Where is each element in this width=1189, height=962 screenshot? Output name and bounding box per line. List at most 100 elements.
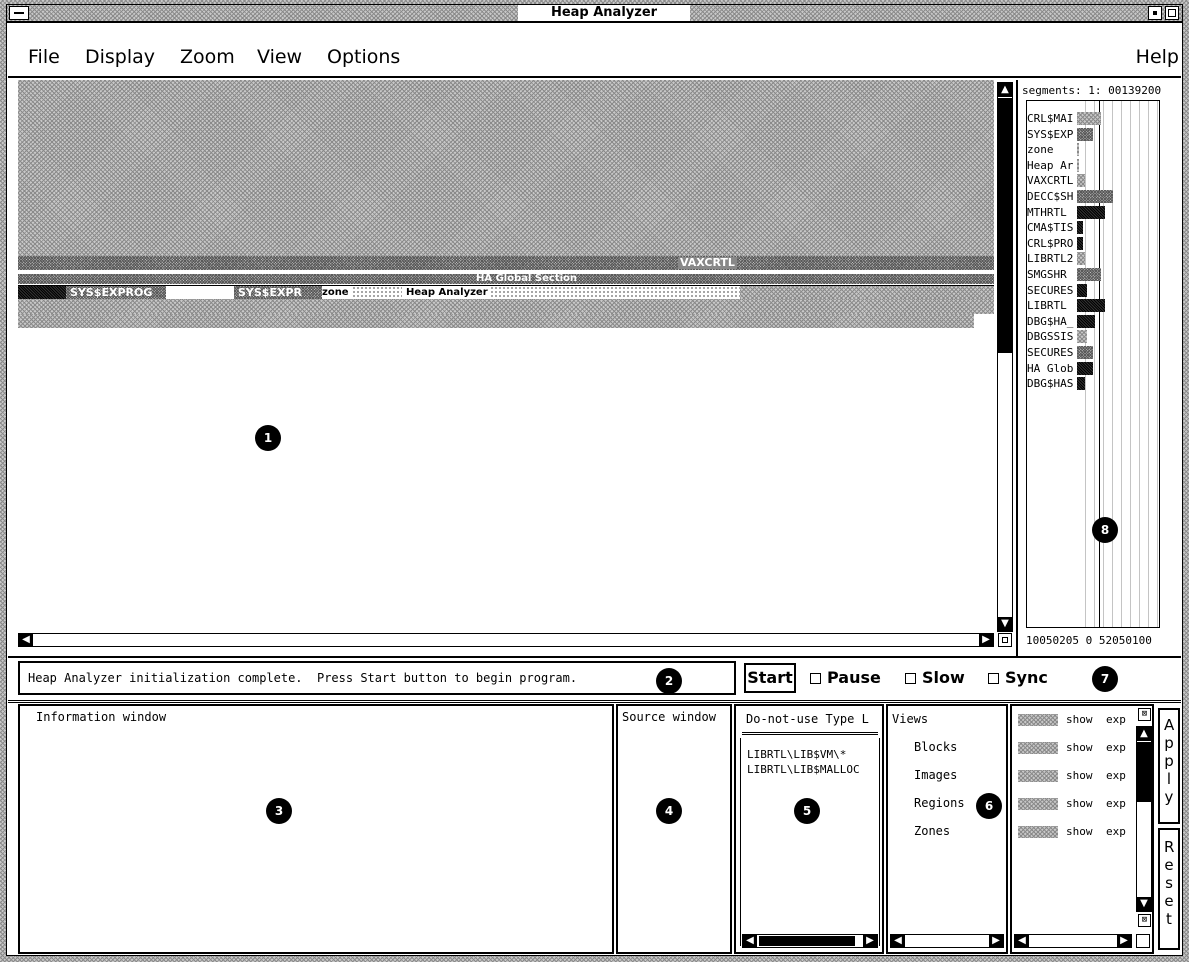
histogram-row[interactable]: DBG$HA_ bbox=[1027, 313, 1161, 330]
scroll-up-arrow-icon[interactable]: ▲ bbox=[998, 83, 1012, 97]
list-item[interactable]: LIBRTL\LIB$MALLOC bbox=[747, 763, 860, 776]
histogram-row[interactable]: SECURES bbox=[1027, 282, 1161, 299]
scroll-right-arrow-icon[interactable]: ▶ bbox=[863, 934, 877, 948]
histogram-row[interactable]: HA Glob bbox=[1027, 360, 1161, 377]
scroll-thumb[interactable] bbox=[759, 936, 855, 946]
message-box: Heap Analyzer initialization complete. P… bbox=[18, 661, 736, 695]
scroll-thumb[interactable] bbox=[998, 98, 1012, 353]
scroll-down-arrow-icon[interactable]: ▼ bbox=[998, 617, 1012, 631]
histogram-row[interactable]: SMGSHR bbox=[1027, 266, 1161, 283]
type-vscroll[interactable]: ▲ ▼ bbox=[1136, 726, 1152, 912]
scroll-up-arrow-icon[interactable]: ▲ bbox=[1137, 727, 1151, 741]
type-pane[interactable]: show exp show exp show exp show exp show exp ⊠ ▲ … bbox=[1010, 704, 1154, 954]
slow-checkbox[interactable]: Slow bbox=[905, 668, 965, 687]
scroll-left-arrow-icon[interactable]: ◀ bbox=[19, 633, 33, 647]
memory-map-hscroll[interactable]: ◀ ▶ bbox=[18, 633, 994, 647]
window-menu-button[interactable] bbox=[9, 6, 29, 20]
scroll-left-arrow-icon[interactable]: ◀ bbox=[891, 934, 905, 948]
pause-checkbox[interactable]: Pause bbox=[810, 668, 881, 687]
start-button[interactable]: Start bbox=[744, 663, 796, 693]
histogram-row[interactable]: Heap Ar bbox=[1027, 157, 1161, 174]
type-row[interactable]: show exp bbox=[1016, 822, 1134, 850]
minimize-button[interactable] bbox=[1148, 6, 1162, 20]
type-expand-toggle[interactable]: exp bbox=[1106, 769, 1126, 782]
histogram-row-label: CRL$PRO bbox=[1027, 235, 1077, 252]
type-row[interactable]: show exp bbox=[1016, 738, 1134, 766]
menu-zoom[interactable]: Zoom bbox=[180, 46, 235, 68]
type-show-toggle[interactable]: show bbox=[1066, 797, 1093, 810]
maximize-button[interactable] bbox=[1165, 6, 1179, 20]
scroll-thumb[interactable] bbox=[1035, 936, 1105, 946]
scroll-thumb[interactable] bbox=[1137, 742, 1151, 802]
corner-box-icon[interactable] bbox=[998, 633, 1012, 647]
histogram-row[interactable]: DECC$SH bbox=[1027, 188, 1161, 205]
histogram-row[interactable]: DBG$HAS bbox=[1027, 376, 1161, 392]
title-bar[interactable]: Heap Analyzer bbox=[6, 4, 1183, 22]
type-expand-toggle[interactable]: exp bbox=[1106, 797, 1126, 810]
histogram-row[interactable]: MTHRTL bbox=[1027, 204, 1161, 221]
do-not-use-list[interactable]: LIBRTL\LIB$VM\* LIBRTL\LIB$MALLOC bbox=[740, 738, 880, 946]
menu-display[interactable]: Display bbox=[85, 46, 155, 68]
histogram-row[interactable]: DBGSSIS bbox=[1027, 329, 1161, 345]
type-show-toggle[interactable]: show bbox=[1066, 825, 1093, 838]
memory-map-vscroll[interactable]: ▲ ▼ bbox=[997, 82, 1013, 632]
histogram-row[interactable]: CRL$MAI bbox=[1027, 111, 1161, 127]
source-window-title: Source window bbox=[622, 710, 716, 724]
type-swatch[interactable] bbox=[1018, 742, 1058, 754]
list-item[interactable]: LIBRTL\LIB$VM\* bbox=[747, 748, 846, 761]
reset-button[interactable]: Reset bbox=[1158, 828, 1180, 950]
type-swatch[interactable] bbox=[1018, 714, 1058, 726]
histogram-row[interactable]: VAXCRTL bbox=[1027, 173, 1161, 189]
type-expand-toggle[interactable]: exp bbox=[1106, 825, 1126, 838]
scroll-down-arrow-icon[interactable]: ▼ bbox=[1137, 897, 1151, 911]
menu-help[interactable]: Help bbox=[1136, 46, 1179, 68]
views-item-images[interactable]: Images bbox=[914, 768, 957, 782]
menu-options[interactable]: Options bbox=[327, 46, 400, 68]
memory-band-bottom2 bbox=[18, 314, 974, 328]
type-show-toggle[interactable]: show bbox=[1066, 741, 1093, 754]
apply-button[interactable]: Apply bbox=[1158, 708, 1180, 824]
scroll-right-arrow-icon[interactable]: ▶ bbox=[1117, 934, 1131, 948]
do-not-use-pane[interactable]: Do-not-use Type L LIBRTL\LIB$VM\* LIBRTL… bbox=[734, 704, 884, 954]
memory-map-pane[interactable]: VAXCRTL HA Global Section SYS$EXPROG SYS… bbox=[18, 80, 994, 632]
scroll-right-arrow-icon[interactable]: ▶ bbox=[989, 934, 1003, 948]
type-row[interactable]: show exp bbox=[1016, 766, 1134, 794]
type-expand-toggle[interactable]: exp bbox=[1106, 713, 1126, 726]
sync-checkbox-box[interactable] bbox=[988, 673, 999, 684]
type-row[interactable]: show exp bbox=[1016, 710, 1134, 738]
histogram-row[interactable]: SYS$EXP bbox=[1027, 126, 1161, 143]
menu-view[interactable]: View bbox=[257, 46, 302, 68]
type-swatch[interactable] bbox=[1018, 826, 1058, 838]
do-not-use-hscroll[interactable]: ◀ ▶ bbox=[742, 934, 878, 948]
source-window[interactable]: Source window bbox=[616, 704, 732, 954]
slow-checkbox-box[interactable] bbox=[905, 673, 916, 684]
views-hscroll[interactable]: ◀ ▶ bbox=[890, 934, 1004, 948]
views-item-zones[interactable]: Zones bbox=[914, 824, 950, 838]
type-expand-icon[interactable]: ⊠ bbox=[1138, 914, 1151, 927]
type-show-toggle[interactable]: show bbox=[1066, 713, 1093, 726]
scroll-right-arrow-icon[interactable]: ▶ bbox=[979, 633, 993, 647]
scroll-left-arrow-icon[interactable]: ◀ bbox=[743, 934, 757, 948]
type-expand-toggle[interactable]: exp bbox=[1106, 741, 1126, 754]
type-corner-box[interactable] bbox=[1136, 934, 1150, 948]
scroll-left-arrow-icon[interactable]: ◀ bbox=[1015, 934, 1029, 948]
histogram-row[interactable]: CMA$TIS bbox=[1027, 220, 1161, 236]
type-swatch[interactable] bbox=[1018, 798, 1058, 810]
histogram-row[interactable]: CRL$PRO bbox=[1027, 235, 1161, 252]
pause-checkbox-box[interactable] bbox=[810, 673, 821, 684]
views-item-regions[interactable]: Regions bbox=[914, 796, 965, 810]
type-row[interactable]: show exp bbox=[1016, 794, 1134, 822]
information-window[interactable]: Information window bbox=[18, 704, 614, 954]
histogram-row[interactable]: LIBRTL bbox=[1027, 298, 1161, 314]
type-swatch[interactable] bbox=[1018, 770, 1058, 782]
type-collapse-icon[interactable]: ⊠ bbox=[1138, 708, 1151, 721]
views-pane[interactable]: Views Blocks Images Regions Zones ◀ ▶ bbox=[886, 704, 1008, 954]
type-show-toggle[interactable]: show bbox=[1066, 769, 1093, 782]
type-hscroll[interactable]: ◀ ▶ bbox=[1014, 934, 1132, 948]
menu-file[interactable]: File bbox=[28, 46, 60, 68]
sync-checkbox[interactable]: Sync bbox=[988, 668, 1048, 687]
histogram-row[interactable]: SECURES bbox=[1027, 344, 1161, 361]
views-item-blocks[interactable]: Blocks bbox=[914, 740, 957, 754]
histogram-row[interactable]: zone bbox=[1027, 142, 1161, 158]
histogram-row[interactable]: LIBRTL2 bbox=[1027, 251, 1161, 267]
